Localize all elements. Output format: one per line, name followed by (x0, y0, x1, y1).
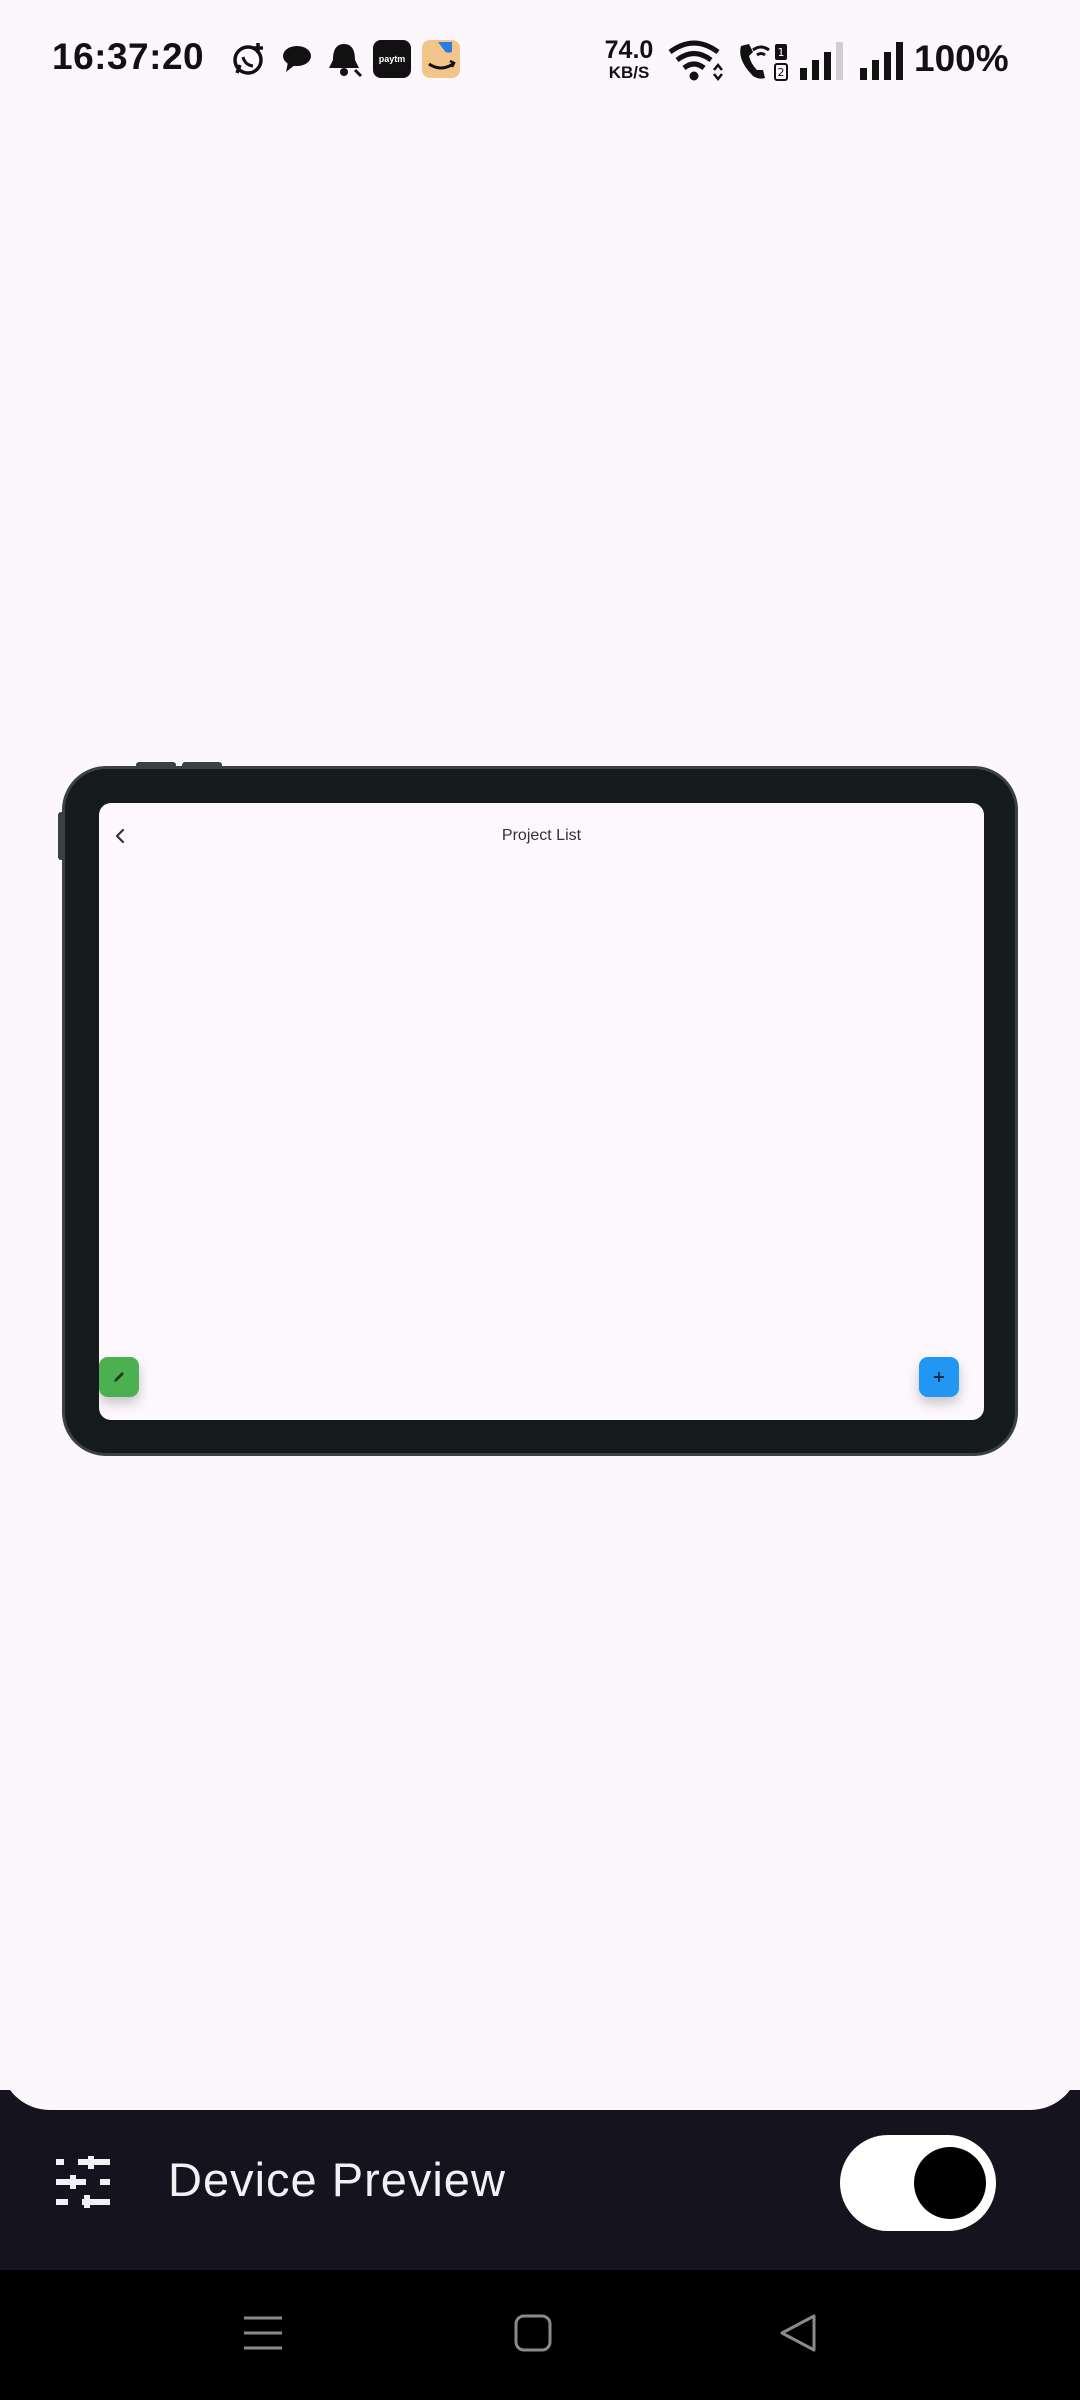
svg-text:1: 1 (778, 46, 785, 59)
edit-button[interactable] (99, 1357, 139, 1397)
home-icon[interactable] (510, 2310, 556, 2356)
amazon-icon (422, 40, 460, 78)
screen-title: Project List (501, 827, 582, 844)
toolbar-title: Device Preview (168, 2153, 506, 2206)
menu-icon[interactable] (240, 2310, 286, 2356)
wifi-icon (668, 40, 723, 82)
tune-icon[interactable] (54, 2156, 112, 2208)
paytm-label: paytm (378, 54, 406, 64)
preview-sheet-edge (0, 2040, 1080, 2110)
device-screen: Project List (99, 803, 984, 1420)
signal-icon (860, 42, 903, 80)
signal-icon (800, 42, 843, 80)
plus-icon (934, 1372, 944, 1382)
status-time: 16:37:20 (52, 36, 205, 77)
wifi-call-icon: 1 2 (740, 44, 788, 81)
system-navigation-bar (0, 2270, 1080, 2400)
battery-level: 100% (914, 38, 1009, 79)
device-preview-toggle[interactable] (840, 2135, 996, 2231)
svg-text:2: 2 (778, 66, 785, 79)
network-speed-value: 74.0 (604, 36, 654, 64)
add-project-button[interactable] (919, 1357, 959, 1397)
edit-icon (114, 1372, 124, 1382)
whatsapp-icon (233, 43, 263, 75)
network-speed-unit: KB/S (608, 63, 650, 82)
back-icon[interactable] (776, 2310, 822, 2356)
network-speed: 74.0 KB/S (598, 36, 660, 82)
paytm-icon: paytm (373, 40, 411, 78)
toggle-knob (914, 2147, 986, 2219)
status-bar: 16:37:20 paytm 74.0 KB/S 1 2 100% (0, 0, 1080, 120)
bell-icon (329, 44, 363, 78)
chat-icon (283, 46, 311, 72)
